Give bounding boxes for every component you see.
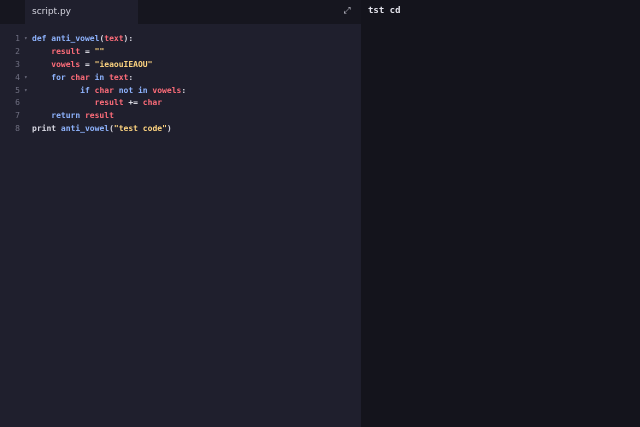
code-token: char [142,98,163,108]
fold-arrow-icon[interactable]: ▾ [24,85,28,98]
code-token: print [32,124,61,134]
code-token: += [123,98,143,108]
code-token: def [32,34,52,43]
code-token: text [104,34,124,43]
code-token: anti_vowel [60,124,110,134]
code-token: text [109,72,129,82]
code-text: return result [32,110,114,123]
code-token: in [89,72,110,82]
code-token: if [80,85,95,95]
expand-icon[interactable]: ⤢ [342,6,352,16]
code-token: "" [94,46,105,56]
code-token: : [181,85,187,95]
code-editor-pane[interactable]: script.py ⤢ 1 ▾ def anti_vowel(text): 2 res… [0,0,361,427]
line-number: 6 [15,98,20,108]
line-number: 1 [15,34,20,43]
code-token: "ieaouIEAOU" [94,59,153,69]
console-output: tst cd [368,6,401,16]
tab-script-py[interactable]: script.py [25,0,138,24]
code-token: : [128,72,134,82]
code-text: print anti_vowel("test code") [32,123,172,136]
fold-arrow-icon[interactable]: ▾ [24,72,28,85]
code-token: = [80,46,95,56]
code-text: for char in text: [32,72,133,85]
code-text: def anti_vowel(text): [32,33,133,46]
code-token: vowels [152,85,182,95]
code-token: result [51,46,81,56]
code-token: = [80,59,95,69]
code-token: anti_vowel [51,34,100,43]
line-number: 4 [15,72,20,82]
code-text: if char not in vowels: [32,85,186,98]
code-token: ) [166,124,172,134]
line-number: 5 [15,85,20,95]
code-text: result += char [32,97,162,110]
line-number: 3 [15,59,20,69]
code-token: vowels [51,59,81,69]
line-number: 7 [15,111,20,121]
code-token: char [94,85,114,95]
editor-tab-bar: script.py ⤢ [0,0,361,24]
line-number: 2 [15,46,20,56]
code-token: char [70,72,90,82]
code-token: for [51,72,71,82]
code-token: result [94,98,124,108]
code-text: result = "" [32,46,104,59]
code-token: not in [113,85,153,95]
code-token: return [51,111,85,121]
code-token: "test code" [113,124,167,134]
code-text: vowels = "ieaouIEAOU" [32,59,152,72]
line-number: 8 [15,124,20,134]
code-token: ): [123,34,134,43]
code-token: result [84,111,114,121]
fold-arrow-icon[interactable]: ▾ [24,33,28,46]
